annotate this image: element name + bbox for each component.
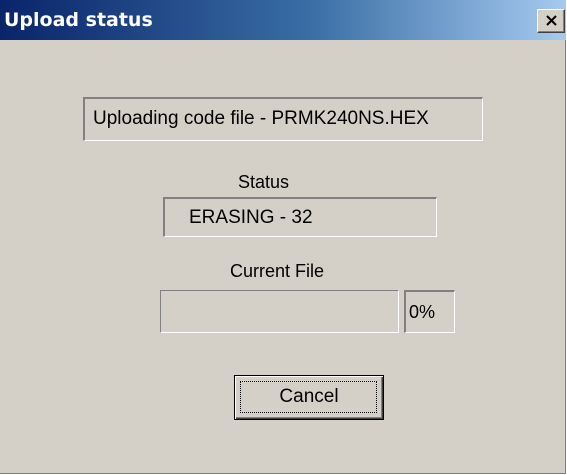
- upload-file-display: Uploading code file - PRMK240NS.HEX: [83, 97, 483, 141]
- cancel-button-label: Cancel: [279, 386, 339, 407]
- status-display: ERASING - 32: [163, 197, 437, 237]
- status-label: Status: [238, 172, 290, 192]
- progress-percent-display: 0%: [404, 290, 455, 333]
- title-bar: Upload status: [0, 0, 566, 40]
- upload-file-text: Uploading code file - PRMK240NS.HEX: [93, 108, 429, 129]
- current-file-label: Current File: [230, 261, 325, 281]
- status-value: ERASING - 32: [189, 207, 313, 228]
- close-button[interactable]: [537, 9, 565, 33]
- progress-percent-text: 0%: [409, 302, 436, 322]
- current-file-progress-bar: [160, 290, 399, 333]
- cancel-button[interactable]: Cancel: [234, 375, 384, 420]
- window-title: Upload status: [4, 9, 153, 31]
- close-icon: [546, 15, 557, 26]
- upload-status-dialog: Upload status Uploading code file - PRMK…: [0, 0, 566, 474]
